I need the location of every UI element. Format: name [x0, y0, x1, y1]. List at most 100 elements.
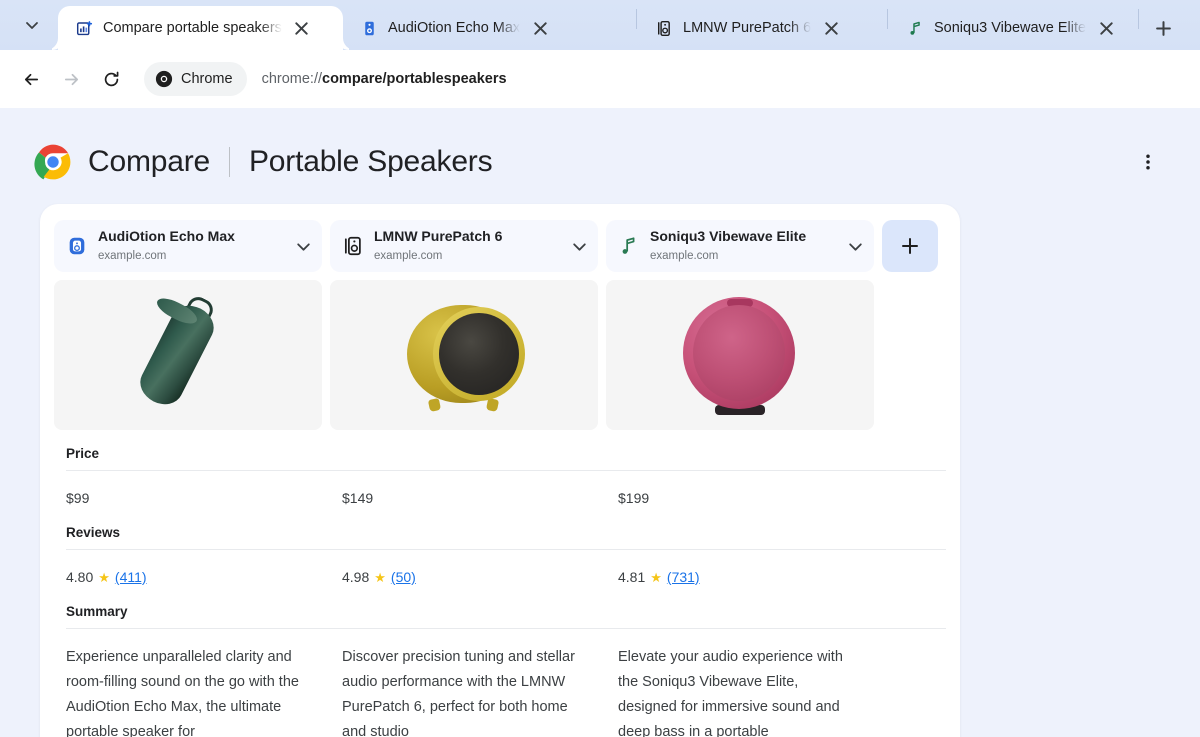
product-image-row — [54, 280, 946, 430]
plus-icon — [902, 238, 918, 254]
rating-value: 4.80 — [66, 569, 94, 585]
summary-text-1: Experience unparalleled clarity and room… — [66, 649, 299, 737]
section-summary: Summary Experience unparalleled clarity … — [54, 588, 946, 737]
brand-divider — [228, 147, 230, 177]
compare-page: Compare Portable Speakers AudiOtion Echo… — [0, 108, 1200, 737]
page-brand: Compare — [88, 145, 210, 178]
product-name: AudiOtion Echo Max — [98, 228, 235, 244]
arrow-right-icon — [64, 73, 78, 85]
tab-title: Compare portable speakers — [103, 20, 282, 36]
tab-close-button[interactable] — [529, 17, 551, 39]
product-selector-row: AudiOtion Echo Max example.com LMNW Pure… — [54, 220, 946, 272]
reload-button[interactable] — [94, 62, 128, 96]
price-row: $99 $149 $199 — [54, 471, 946, 509]
tab-separator — [636, 9, 637, 29]
review-count-link[interactable]: (411) — [115, 566, 147, 588]
address-bar-url[interactable]: chrome://compare/portablespeakers — [262, 71, 507, 87]
summary-text-3: Elevate your audio experience with the S… — [618, 649, 843, 737]
product-domain: example.com — [98, 250, 167, 262]
product-selector-text: LMNW PurePatch 6 example.com — [374, 228, 558, 264]
chrome-logo-icon — [34, 143, 72, 181]
tab-close-button[interactable] — [820, 17, 842, 39]
section-label: Price — [66, 446, 100, 461]
chrome-logo-icon — [155, 70, 173, 88]
tab-close-button[interactable] — [291, 17, 313, 39]
page-title: Portable Speakers — [248, 145, 493, 178]
tab-title: Soniqu3 Vibewave Elite — [934, 20, 1087, 36]
chevron-down-icon — [26, 22, 38, 29]
price-value-3: $199 — [618, 490, 650, 506]
address-bar[interactable]: Chrome chrome://compare/portablespeakers — [144, 60, 1186, 98]
product-image-2 — [330, 280, 598, 430]
chevron-down-icon[interactable] — [568, 235, 590, 257]
review-count-link[interactable]: (731) — [667, 566, 700, 588]
product-domain: example.com — [374, 250, 443, 262]
dark-green-cylinder-speaker-illustration — [113, 293, 263, 415]
review-count-link[interactable]: (50) — [391, 566, 416, 588]
reviews-row: 4.80 ★ (411) 4.98 ★ (50) 4.81 ★ (731) — [54, 550, 946, 588]
product-selector-text: AudiOtion Echo Max example.com — [98, 228, 282, 264]
speaker-dark-icon — [654, 18, 674, 38]
page-header: Compare Portable Speakers — [0, 108, 1200, 186]
compare-chart-icon — [74, 18, 94, 38]
review-cell-1: 4.80 ★ (411) — [54, 566, 322, 588]
product-selector-text: Soniqu3 Vibewave Elite example.com — [650, 228, 834, 264]
chevron-down-icon[interactable] — [844, 235, 866, 257]
browser-toolbar: Chrome chrome://compare/portablespeakers — [0, 50, 1200, 108]
product-name: LMNW PurePatch 6 — [374, 228, 503, 244]
back-button[interactable] — [14, 62, 48, 96]
origin-chip-label: Chrome — [181, 71, 233, 87]
summary-text-2: Discover precision tuning and stellar au… — [342, 649, 575, 737]
arrow-left-icon — [24, 73, 38, 85]
chrome-origin-chip[interactable]: Chrome — [144, 62, 247, 96]
tab-audiotion-echo-max[interactable]: AudiOtion Echo Max — [343, 6, 635, 50]
product-selector-3[interactable]: Soniqu3 Vibewave Elite example.com — [606, 220, 874, 272]
product-image-3 — [606, 280, 874, 430]
rating-value: 4.98 — [342, 569, 370, 585]
comparison-card: AudiOtion Echo Max example.com LMNW Pure… — [40, 204, 960, 737]
star-icon: ★ — [98, 569, 110, 585]
price-value-2: $149 — [342, 490, 374, 506]
price-value-1: $99 — [66, 490, 90, 506]
product-selector-2[interactable]: LMNW PurePatch 6 example.com — [330, 220, 598, 272]
section-label: Summary — [66, 604, 128, 619]
tab-strip: Compare portable speakers AudiOtion Echo… — [0, 0, 1200, 50]
product-image-1 — [54, 280, 322, 430]
star-icon: ★ — [374, 569, 386, 585]
review-cell-2: 4.98 ★ (50) — [330, 566, 598, 588]
product-selector-1[interactable]: AudiOtion Echo Max example.com — [54, 220, 322, 272]
star-icon: ★ — [650, 569, 662, 585]
section-label: Reviews — [66, 525, 121, 540]
product-domain: example.com — [650, 250, 719, 262]
section-reviews: Reviews 4.80 ★ (411) 4.98 ★ (50) 4.81 ★ … — [54, 509, 946, 588]
url-path: compare/portablespeakers — [322, 71, 507, 87]
tab-lmnw-purepatch-6[interactable]: LMNW PurePatch 6 — [638, 6, 886, 50]
tab-soniqu3-vibewave-elite[interactable]: Soniqu3 Vibewave Elite — [889, 6, 1137, 50]
add-product-button[interactable] — [882, 220, 938, 272]
rating-2: 4.98 ★ (50) — [342, 566, 598, 588]
pink-sphere-speaker-illustration — [675, 293, 805, 417]
speaker-blue-icon — [359, 18, 379, 38]
more-options-button[interactable] — [1130, 144, 1166, 180]
review-cell-3: 4.81 ★ (731) — [606, 566, 874, 588]
tab-search-chevron-button[interactable] — [15, 8, 49, 42]
new-tab-button[interactable] — [1146, 11, 1180, 45]
speaker-dark-icon — [342, 235, 364, 257]
kebab-menu-icon — [1146, 154, 1150, 170]
music-note-icon — [905, 18, 925, 38]
reload-icon — [104, 71, 118, 86]
product-name: Soniqu3 Vibewave Elite — [650, 228, 807, 244]
forward-button[interactable] — [54, 62, 88, 96]
chevron-down-icon[interactable] — [292, 235, 314, 257]
section-price: Price $99 $149 $199 — [54, 430, 946, 509]
browser-window: Compare portable speakers AudiOtion Echo… — [0, 0, 1200, 737]
plus-icon — [1155, 20, 1171, 36]
tab-close-button[interactable] — [1095, 17, 1117, 39]
yellow-barrel-speaker-illustration — [399, 295, 529, 415]
url-scheme: chrome:// — [261, 71, 323, 87]
rating-3: 4.81 ★ (731) — [618, 566, 874, 588]
tab-title: AudiOtion Echo Max — [388, 20, 521, 36]
speaker-blue-icon — [66, 235, 88, 257]
music-note-icon — [618, 235, 640, 257]
tab-compare-portable-speakers[interactable]: Compare portable speakers — [58, 6, 343, 50]
